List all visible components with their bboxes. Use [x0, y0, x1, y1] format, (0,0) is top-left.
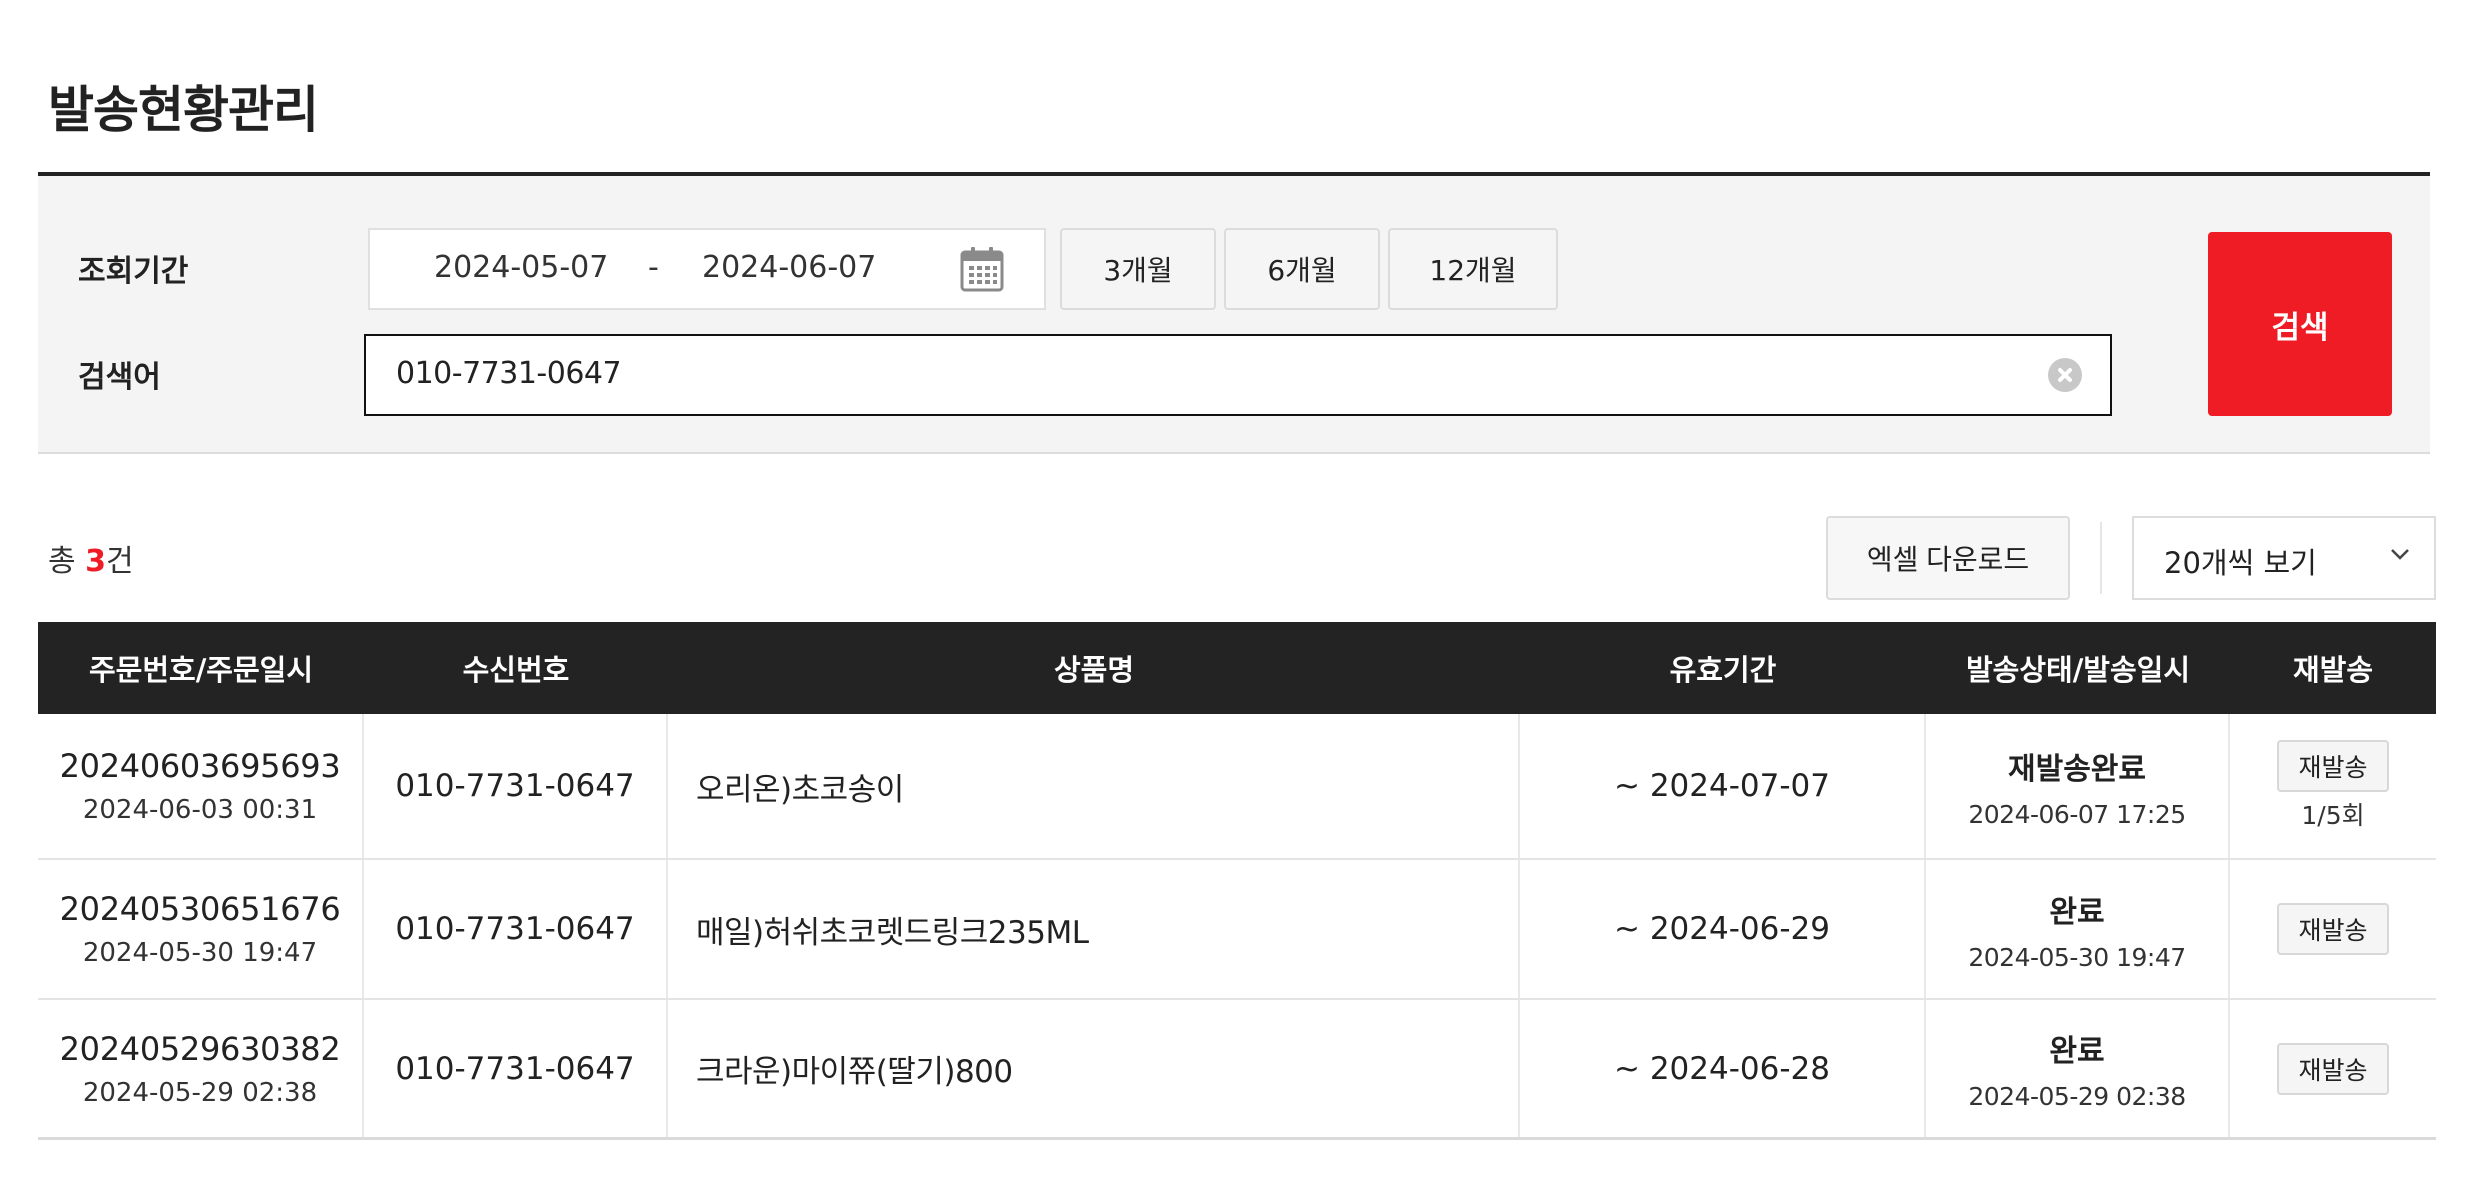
- status-cell: 완료 2024-05-29 02:38: [1926, 1000, 2230, 1137]
- phone-cell: 010-7731-0647: [364, 1000, 668, 1137]
- order-number: 20240603695693: [59, 747, 341, 785]
- total-suffix: 건: [106, 544, 134, 579]
- excel-download-button[interactable]: 엑셀 다운로드: [1826, 516, 2070, 600]
- total-prefix: 총: [48, 544, 86, 579]
- product-cell: 매일)허쉬초코렛드링크235ML: [668, 860, 1520, 998]
- valid-until: ~ 2024-06-28: [1614, 1050, 1830, 1087]
- order-datetime: 2024-05-30 19:47: [82, 938, 318, 968]
- resend-button[interactable]: 재발송: [2277, 903, 2389, 955]
- header-status: 발송상태/발송일시: [1965, 653, 2191, 687]
- order-cell: 20240603695693 2024-06-03 00:31: [38, 714, 364, 858]
- product-cell: 오리온)초코송이: [668, 714, 1520, 858]
- header-product: 상품명: [1053, 653, 1135, 687]
- header-order: 주문번호/주문일시: [88, 653, 314, 687]
- period-label: 조회기간: [78, 254, 189, 289]
- sent-datetime: 2024-06-07 17:25: [1968, 799, 2186, 829]
- search-panel: 조회기간 2024-05-07 - 2024-06-07 3개월 6개월 12개…: [38, 172, 2430, 454]
- order-number: 20240529630382: [59, 1029, 341, 1068]
- keyword-label: 검색어: [78, 360, 161, 395]
- chevron-down-icon: [2391, 549, 2409, 560]
- search-button[interactable]: 검색: [2208, 232, 2392, 416]
- order-number: 20240530651676: [59, 890, 341, 928]
- end-date[interactable]: 2024-06-07: [702, 250, 876, 285]
- resend-count: 1/5회: [2301, 801, 2365, 830]
- page-title: 발송현황관리: [48, 81, 319, 139]
- resend-cell: 재발송: [2230, 860, 2436, 998]
- calendar-icon[interactable]: [960, 246, 1004, 292]
- receiver-phone: 010-7731-0647: [395, 1050, 635, 1087]
- date-range-picker[interactable]: 2024-05-07 - 2024-06-07: [368, 228, 1046, 310]
- status-cell: 재발송완료 2024-06-07 17:25: [1926, 714, 2230, 858]
- valid-until: ~ 2024-07-07: [1614, 768, 1830, 804]
- valid-cell: ~ 2024-07-07: [1520, 714, 1926, 858]
- product-name: 매일)허쉬초코렛드링크235ML: [696, 914, 1089, 951]
- table-header: 주문번호/주문일시 수신번호 상품명 유효기간 발송상태/발송일시 재발송: [38, 622, 2436, 714]
- valid-cell: ~ 2024-06-28: [1520, 1000, 1926, 1137]
- resend-button[interactable]: 재발송: [2277, 1042, 2389, 1095]
- table-row: 20240530651676 2024-05-30 19:47 010-7731…: [38, 860, 2436, 1000]
- sent-datetime: 2024-05-30 19:47: [1968, 942, 2186, 972]
- toolbar-divider: [2100, 522, 2102, 594]
- valid-until: ~ 2024-06-29: [1614, 911, 1830, 947]
- start-date[interactable]: 2024-05-07: [434, 250, 608, 285]
- period-6months-button[interactable]: 6개월: [1224, 228, 1380, 310]
- send-status: 완료: [2049, 894, 2105, 930]
- keyword-input[interactable]: 010-7731-0647: [364, 334, 2112, 416]
- page-size-select[interactable]: 20개씩 보기: [2132, 516, 2436, 600]
- clear-icon[interactable]: [2048, 358, 2082, 392]
- product-cell: 크라운)마이쮸(딸기)800: [668, 1000, 1520, 1137]
- total-count-value: 3: [85, 544, 107, 579]
- sent-datetime: 2024-05-29 02:38: [1968, 1082, 2186, 1111]
- table-row: 20240529630382 2024-05-29 02:38 010-7731…: [38, 1000, 2436, 1140]
- header-phone: 수신번호: [462, 653, 570, 687]
- table-row: 20240603695693 2024-06-03 00:31 010-7731…: [38, 714, 2436, 860]
- valid-cell: ~ 2024-06-29: [1520, 860, 1926, 998]
- order-cell: 20240530651676 2024-05-30 19:47: [38, 860, 364, 998]
- resend-cell: 재발송: [2230, 1000, 2436, 1137]
- header-valid: 유효기간: [1669, 653, 1777, 687]
- order-cell: 20240529630382 2024-05-29 02:38: [38, 1000, 364, 1137]
- header-resend: 재발송: [2292, 653, 2374, 687]
- period-3months-button[interactable]: 3개월: [1060, 228, 1216, 310]
- receiver-phone: 010-7731-0647: [395, 911, 635, 947]
- period-12months-button[interactable]: 12개월: [1388, 228, 1558, 310]
- send-status: 재발송완료: [2008, 751, 2146, 787]
- product-name: 오리온)초코송이: [696, 771, 904, 808]
- resend-cell: 재발송 1/5회: [2230, 714, 2436, 858]
- phone-cell: 010-7731-0647: [364, 860, 668, 998]
- receiver-phone: 010-7731-0647: [395, 768, 635, 804]
- order-datetime: 2024-06-03 00:31: [82, 795, 318, 825]
- keyword-value[interactable]: 010-7731-0647: [396, 356, 622, 391]
- send-status: 완료: [2049, 1034, 2105, 1069]
- status-cell: 완료 2024-05-30 19:47: [1926, 860, 2230, 998]
- resend-button[interactable]: 재발송: [2277, 740, 2389, 792]
- order-datetime: 2024-05-29 02:38: [82, 1077, 318, 1108]
- date-separator: -: [648, 250, 659, 285]
- page-size-value: 20개씩 보기: [2164, 546, 2317, 580]
- product-name: 크라운)마이쮸(딸기)800: [696, 1054, 1013, 1090]
- total-count: 총 3건: [48, 536, 134, 580]
- phone-cell: 010-7731-0647: [364, 714, 668, 858]
